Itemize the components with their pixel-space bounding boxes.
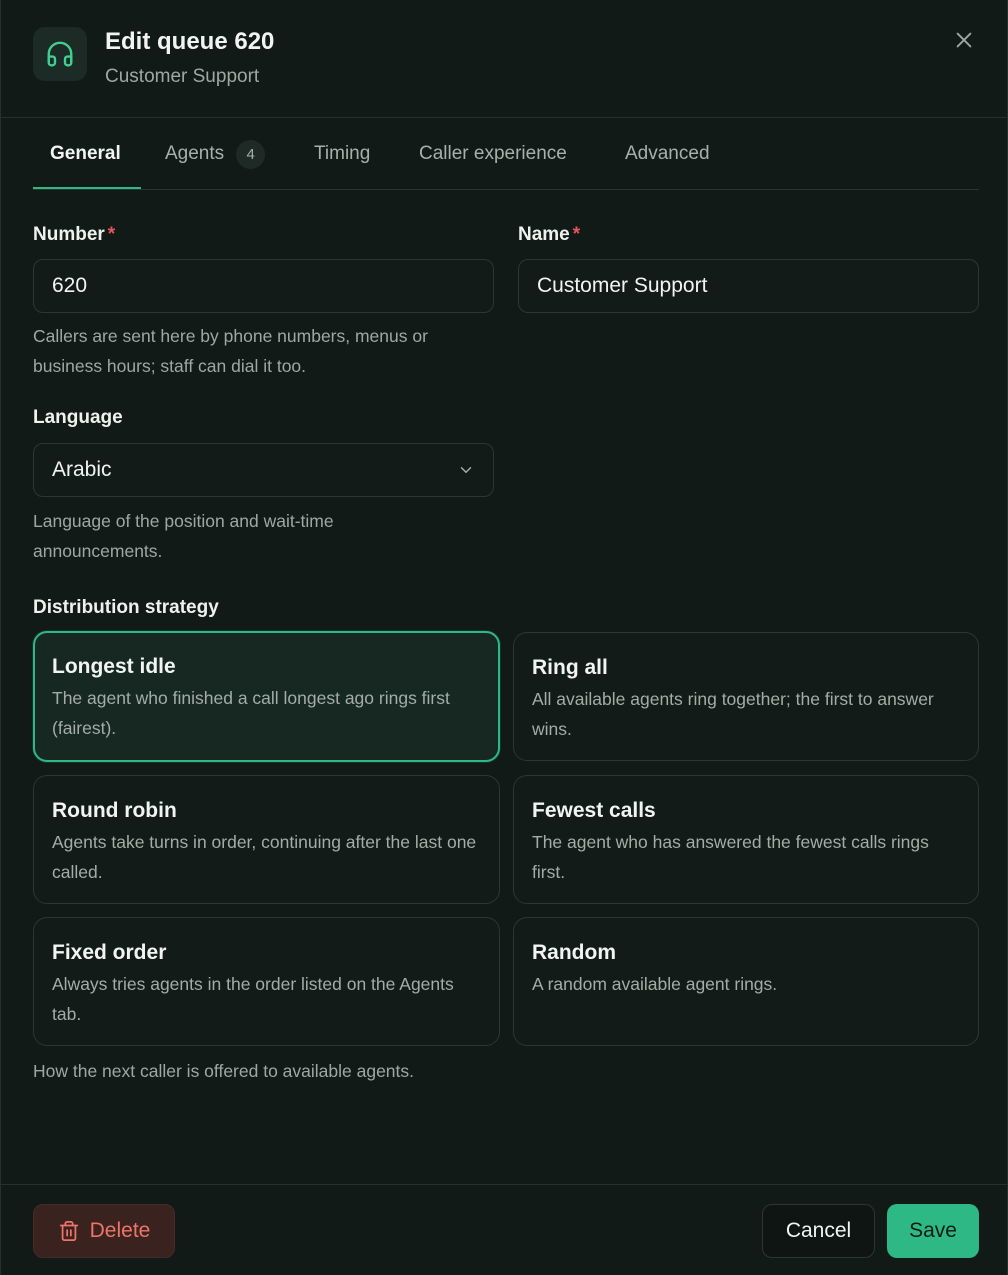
strategy-title: Fewest calls — [532, 799, 656, 822]
tab-label: General — [50, 143, 121, 164]
language-select[interactable]: Arabic — [33, 443, 494, 497]
edit-queue-dialog: Edit queue 620 Customer Support General … — [0, 0, 1008, 1275]
strategy-option-round-robin[interactable]: Round robin Agents take turns in order, … — [33, 775, 500, 904]
strategy-description: The agent who has answered the fewest ca… — [532, 832, 929, 882]
strategy-option-random[interactable]: Random A random available agent rings. — [513, 917, 979, 1046]
save-label: Save — [909, 1219, 957, 1242]
strategy-title: Round robin — [52, 799, 177, 822]
required-marker: * — [107, 224, 116, 245]
name-value: Customer Support — [537, 274, 708, 297]
close-icon — [956, 32, 972, 48]
tab-timing[interactable]: Timing — [314, 118, 370, 190]
strategy-description: Agents take turns in order, continuing a… — [52, 832, 477, 882]
strategy-description: Always tries agents in the order listed … — [52, 974, 454, 1024]
name-label-text: Name — [518, 224, 570, 245]
name-label: Name * — [518, 224, 580, 246]
close-button[interactable] — [949, 25, 979, 55]
strategy-title: Longest idle — [52, 655, 176, 678]
tab-label: Advanced — [625, 143, 710, 164]
headphones-icon — [33, 27, 87, 81]
number-input[interactable]: 620 — [33, 259, 494, 313]
active-tab-indicator — [33, 187, 141, 189]
agents-count-badge: 4 — [236, 139, 266, 169]
tab-agents[interactable]: Agents 4 — [165, 118, 266, 190]
distribution-helper-text: How the next caller is offered to availa… — [33, 1061, 415, 1081]
delete-button[interactable]: Delete — [33, 1204, 175, 1258]
distribution-label: Distribution strategy — [33, 597, 219, 618]
number-label-text: Number — [33, 224, 105, 245]
tab-advanced[interactable]: Advanced — [625, 118, 710, 190]
language-label: Language — [33, 407, 123, 428]
strategy-option-ring-all[interactable]: Ring all All available agents ring toget… — [513, 632, 979, 761]
save-button[interactable]: Save — [887, 1204, 979, 1258]
strategy-description: A random available agent rings. — [532, 974, 778, 994]
tab-label: Agents — [165, 143, 225, 164]
cancel-label: Cancel — [785, 1219, 852, 1242]
tab-bar: General Agents 4 Timing Caller experienc… — [33, 118, 979, 190]
cancel-button[interactable]: Cancel — [762, 1204, 875, 1258]
number-label: Number * — [33, 224, 115, 246]
required-marker: * — [572, 224, 581, 245]
language-value: Arabic — [52, 458, 112, 481]
dialog-footer: Delete Cancel Save — [1, 1184, 1007, 1275]
strategy-description: All available agents ring together; the … — [532, 689, 934, 739]
trash-icon — [58, 1220, 80, 1242]
strategy-title: Random — [532, 941, 616, 964]
dialog-header: Edit queue 620 Customer Support — [1, 0, 1007, 118]
number-helper-text: Callers are sent here by phone numbers, … — [33, 326, 428, 376]
strategy-option-longest-idle[interactable]: Longest idle The agent who finished a ca… — [33, 631, 500, 762]
chevron-down-icon — [460, 467, 472, 473]
number-value: 620 — [52, 274, 88, 297]
tab-general[interactable]: General — [50, 118, 121, 190]
tab-label: Caller experience — [419, 143, 567, 164]
delete-label: Delete — [89, 1219, 151, 1242]
strategy-option-fixed-order[interactable]: Fixed order Always tries agents in the o… — [33, 917, 500, 1046]
strategy-title: Ring all — [532, 656, 608, 679]
language-helper-text: Language of the position and wait-time a… — [33, 511, 334, 561]
strategy-option-fewest-calls[interactable]: Fewest calls The agent who has answered … — [513, 775, 979, 904]
strategy-title: Fixed order — [52, 941, 167, 964]
tab-label: Timing — [314, 143, 371, 164]
dialog-title: Edit queue 620 — [105, 28, 275, 55]
tab-caller-experience[interactable]: Caller experience — [419, 118, 567, 190]
dialog-subtitle: Customer Support — [105, 66, 260, 87]
strategy-description: The agent who finished a call longest ag… — [52, 688, 450, 738]
name-input[interactable]: Customer Support — [518, 259, 979, 313]
